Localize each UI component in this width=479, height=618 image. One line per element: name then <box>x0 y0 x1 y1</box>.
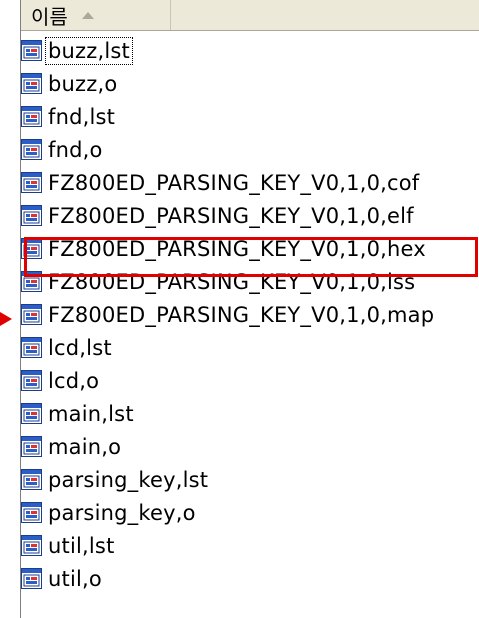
file-name-label: lcd,lst <box>48 335 112 360</box>
file-document-icon-graphic <box>21 535 42 556</box>
pointer-arrow-icon <box>0 312 12 326</box>
file-list-item[interactable]: buzz,lst <box>21 34 479 67</box>
file-name-label: util,lst <box>48 533 115 558</box>
file-list-item[interactable]: FZ800ED_PARSING_KEY_V0,1,0,elf <box>21 199 479 232</box>
file-document-icon <box>21 106 42 127</box>
file-name-label: lcd,o <box>48 368 100 393</box>
file-document-icon-graphic <box>21 205 42 226</box>
file-document-icon <box>21 73 42 94</box>
file-document-icon-graphic <box>21 139 42 160</box>
file-document-icon-graphic <box>21 469 42 490</box>
file-list-item[interactable]: FZ800ED_PARSING_KEY_V0,1,0,map <box>21 298 479 331</box>
file-document-icon-graphic <box>21 568 42 589</box>
file-list-item[interactable]: parsing_key,o <box>21 496 479 529</box>
file-name-label: fnd,o <box>48 137 103 162</box>
file-document-icon <box>21 502 42 523</box>
file-document-icon <box>21 337 42 358</box>
file-document-icon <box>21 436 42 457</box>
file-name-label: util,o <box>48 566 102 591</box>
file-list-item[interactable]: main,lst <box>21 397 479 430</box>
file-document-icon-graphic <box>21 73 42 94</box>
highlight-annotation-box <box>24 237 478 277</box>
file-list-item[interactable]: fnd,lst <box>21 100 479 133</box>
file-list: buzz,lst buzz,o fnd,lst fnd,o FZ800ED_PA… <box>21 34 479 595</box>
file-document-icon-graphic <box>21 502 42 523</box>
file-document-icon-graphic <box>21 337 42 358</box>
file-document-icon-graphic <box>21 370 42 391</box>
file-document-icon <box>21 535 42 556</box>
file-document-icon <box>21 139 42 160</box>
file-document-icon <box>21 304 42 325</box>
file-document-icon-graphic <box>21 40 42 61</box>
file-name-label: buzz,lst <box>45 36 133 65</box>
file-document-icon-graphic <box>21 172 42 193</box>
file-document-icon-graphic <box>21 436 42 457</box>
file-name-label: buzz,o <box>48 71 118 96</box>
file-name-label: main,lst <box>48 401 134 426</box>
file-document-icon <box>21 568 42 589</box>
file-document-icon <box>21 403 42 424</box>
file-name-label: parsing_key,o <box>48 500 196 525</box>
column-header-label: 이름 <box>31 4 68 29</box>
file-document-icon-graphic <box>21 106 42 127</box>
file-name-label: parsing_key,lst <box>48 467 209 492</box>
file-list-item[interactable]: buzz,o <box>21 67 479 100</box>
file-document-icon <box>21 40 42 61</box>
file-list-pane: 이름 buzz,lst buzz,o fnd,lst fnd,o FZ800ED… <box>20 0 479 618</box>
column-header-bar: 이름 <box>21 0 479 31</box>
file-list-item[interactable]: FZ800ED_PARSING_KEY_V0,1,0,cof <box>21 166 479 199</box>
file-list-item[interactable]: util,o <box>21 562 479 595</box>
file-list-item[interactable]: main,o <box>21 430 479 463</box>
file-name-label: main,o <box>48 434 122 459</box>
file-document-icon-graphic <box>21 304 42 325</box>
file-list-item[interactable]: fnd,o <box>21 133 479 166</box>
file-document-icon <box>21 172 42 193</box>
file-list-item[interactable]: lcd,lst <box>21 331 479 364</box>
file-name-label: FZ800ED_PARSING_KEY_V0,1,0,cof <box>48 170 420 195</box>
file-name-label: FZ800ED_PARSING_KEY_V0,1,0,map <box>48 302 435 327</box>
column-header-name[interactable]: 이름 <box>21 0 171 30</box>
sort-ascending-icon <box>81 11 94 19</box>
file-name-label: FZ800ED_PARSING_KEY_V0,1,0,elf <box>48 203 414 228</box>
file-document-icon <box>21 370 42 391</box>
file-list-item[interactable]: lcd,o <box>21 364 479 397</box>
file-document-icon-graphic <box>21 403 42 424</box>
file-document-icon <box>21 469 42 490</box>
file-list-item[interactable]: util,lst <box>21 529 479 562</box>
file-name-label: fnd,lst <box>48 104 116 129</box>
file-list-item[interactable]: parsing_key,lst <box>21 463 479 496</box>
file-document-icon <box>21 205 42 226</box>
